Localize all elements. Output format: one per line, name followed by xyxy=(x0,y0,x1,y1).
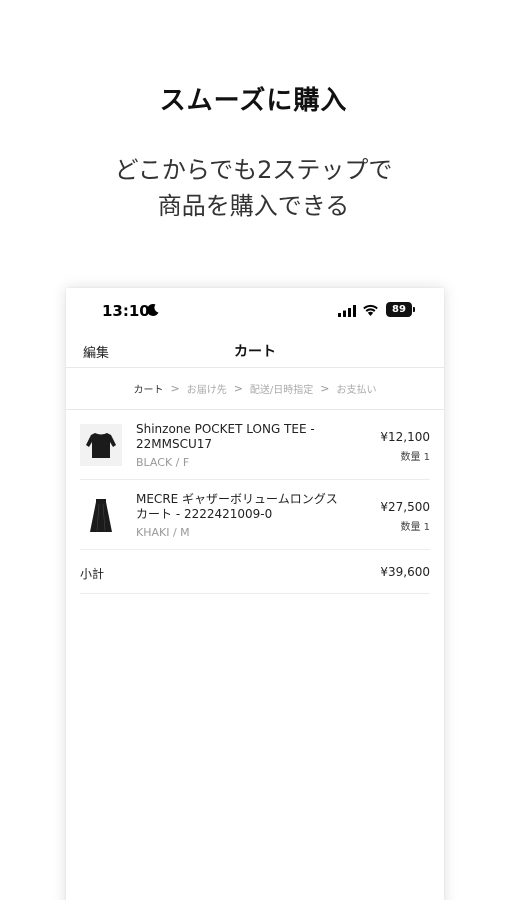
subtotal-value: ¥39,600 xyxy=(380,565,430,579)
status-time: 13:10 xyxy=(102,302,150,320)
cellular-signal-icon xyxy=(338,305,356,317)
item-quantity: 数量 1 xyxy=(400,522,430,533)
promo-subtitle-line2: 商品を購入できる xyxy=(157,192,350,220)
cart-item[interactable]: MECRE ギャザーボリュームロングスカート - 2222421009-0 KH… xyxy=(80,480,430,550)
chevron-right-icon: > xyxy=(320,382,330,395)
item-quantity: 数量 1 xyxy=(400,452,430,463)
chevron-right-icon: > xyxy=(170,382,180,395)
nav-bar: 編集 カート xyxy=(66,332,444,368)
item-name: Shinzone POCKET LONG TEE - 22MMSCU17 xyxy=(136,422,315,451)
step-cart: カート xyxy=(133,385,164,396)
subtotal-row: 小計 ¥39,600 xyxy=(80,550,430,594)
promo-subtitle: どこからでも2ステップで 商品を購入できる xyxy=(0,152,507,224)
promo-subtitle-line1: どこからでも2ステップで xyxy=(114,156,393,184)
step-shipping-datetime: 配送/日時指定 xyxy=(249,385,314,396)
battery-tip xyxy=(413,307,415,312)
wifi-icon xyxy=(363,304,378,316)
step-payment: お支払い xyxy=(336,385,377,396)
cart-item[interactable]: Shinzone POCKET LONG TEE - 22MMSCU17 BLA… xyxy=(80,410,430,480)
black-skirt-icon xyxy=(80,494,122,536)
status-bar: 13:10 89 xyxy=(66,288,444,332)
item-variant: KHAKI / M xyxy=(136,526,190,539)
chevron-right-icon: > xyxy=(233,382,243,395)
battery-indicator: 89 xyxy=(386,302,412,317)
step-delivery-address: お届け先 xyxy=(186,385,227,396)
subtotal-label: 小計 xyxy=(80,567,105,581)
moon-icon xyxy=(147,303,159,316)
item-price: ¥12,100 xyxy=(380,430,430,444)
phone-screen: 13:10 89 編集 カート カート > お届け先 > 配送/日時指定 > お… xyxy=(66,288,444,900)
item-name: MECRE ギャザーボリュームロングスカート - 2222421009-0 xyxy=(136,492,338,521)
item-variant: BLACK / F xyxy=(136,456,190,469)
black-shirt-icon xyxy=(80,424,122,466)
item-price: ¥27,500 xyxy=(380,500,430,514)
promo-title: スムーズに購入 xyxy=(159,86,348,116)
checkout-steps: カート > お届け先 > 配送/日時指定 > お支払い xyxy=(66,368,444,410)
page-title: カート xyxy=(234,344,276,360)
